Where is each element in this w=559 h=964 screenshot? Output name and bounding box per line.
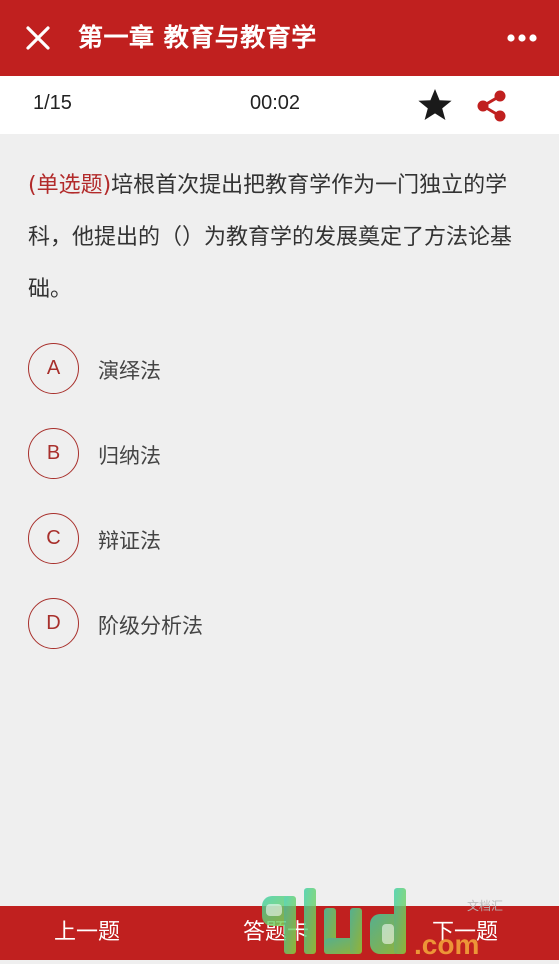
share-icon[interactable]: [474, 88, 510, 124]
top-app-bar: 第一章 教育与教育学: [0, 0, 559, 76]
question-progress: 1/15: [33, 92, 72, 114]
question-text: (单选题)培根首次提出把教育学作为一门独立的学科，他提出的（）为教育学的发展奠定…: [28, 160, 533, 316]
option-label: 演绎法: [98, 359, 161, 383]
option-label: 阶级分析法: [98, 614, 203, 638]
more-dots-icon[interactable]: [503, 26, 541, 50]
star-icon[interactable]: [417, 87, 453, 123]
page-title: 第一章 教育与教育学: [78, 23, 317, 52]
elapsed-timer: 00:02: [250, 92, 301, 114]
option-c[interactable]: C 辩证法: [28, 513, 533, 567]
answer-card-button[interactable]: 答题卡: [243, 906, 309, 960]
option-letter-badge: D: [28, 598, 79, 649]
bottom-nav-bar: 上一题 答题卡 下一题: [0, 906, 559, 960]
option-label: 辩证法: [98, 529, 161, 553]
previous-question-button[interactable]: 上一题: [54, 906, 120, 960]
close-icon[interactable]: [22, 22, 54, 54]
option-letter-badge: A: [28, 343, 79, 394]
option-b[interactable]: B 归纳法: [28, 428, 533, 482]
question-type-label: (单选题): [28, 173, 112, 198]
quiz-status-bar: 1/15 00:02: [0, 76, 559, 134]
next-question-button[interactable]: 下一题: [432, 906, 498, 960]
option-label: 归纳法: [98, 444, 161, 468]
option-d[interactable]: D 阶级分析法: [28, 598, 533, 652]
option-a[interactable]: A 演绎法: [28, 343, 533, 397]
option-letter-badge: B: [28, 428, 79, 479]
option-letter-badge: C: [28, 513, 79, 564]
